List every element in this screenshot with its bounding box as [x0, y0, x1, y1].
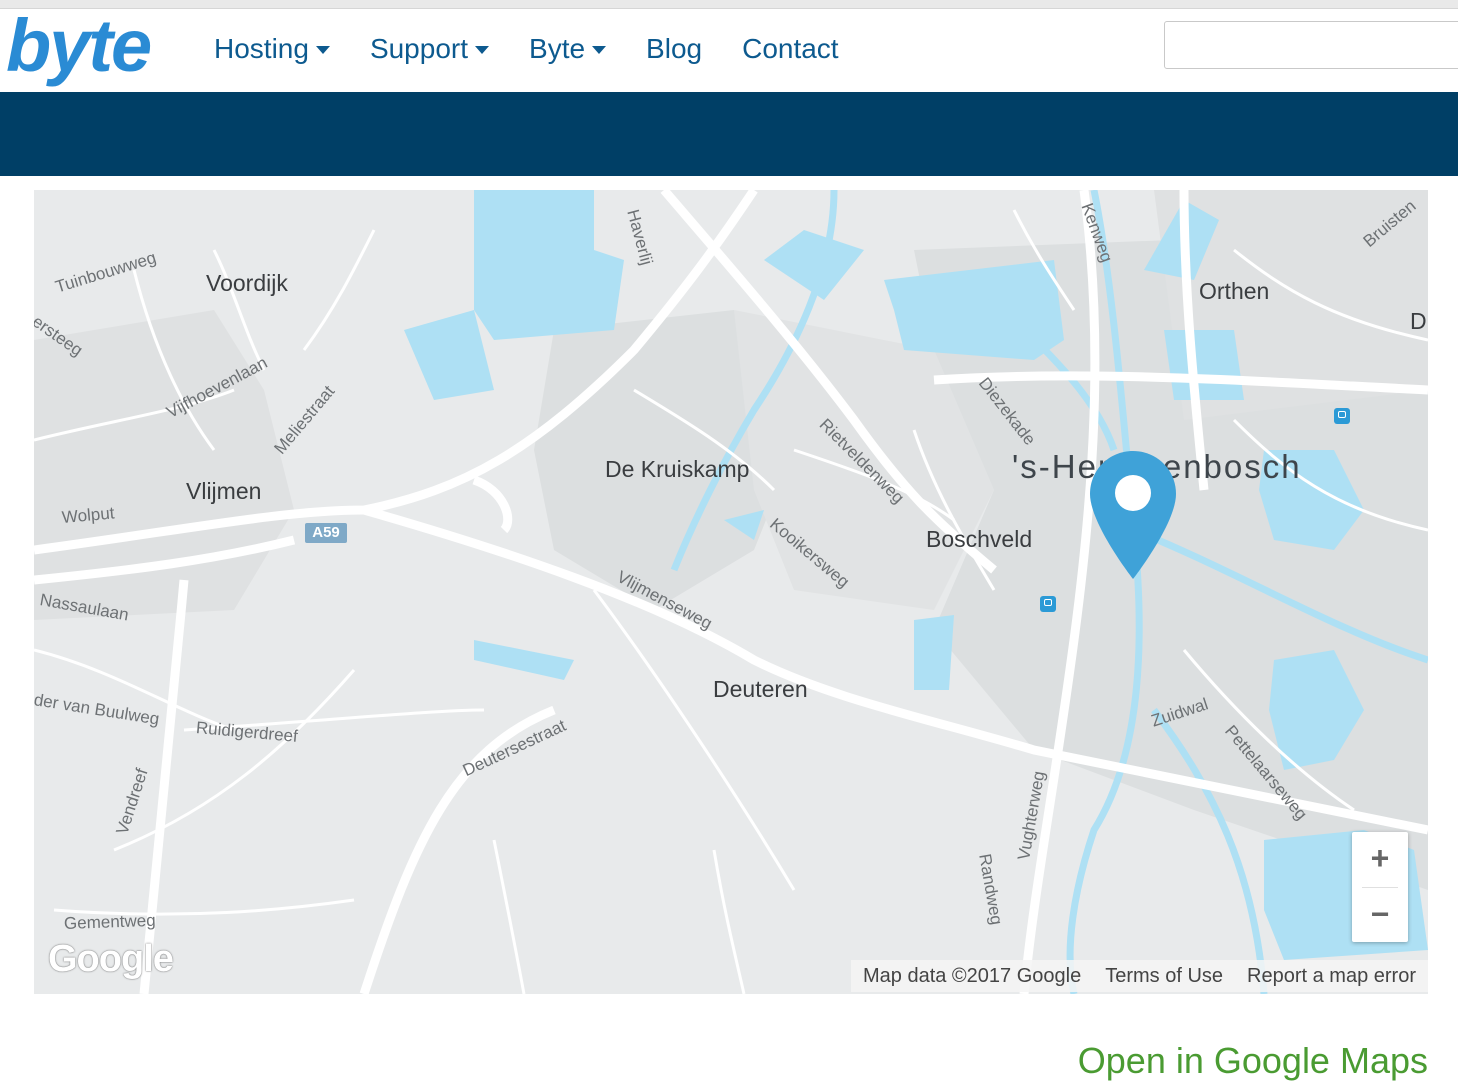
nav-byte-label: Byte [529, 33, 586, 64]
nav-byte[interactable]: Byte [529, 33, 607, 65]
nav-contact[interactable]: Contact [742, 33, 839, 65]
google-logo[interactable]: Google [48, 938, 174, 981]
nav-blog-label: Blog [646, 33, 703, 64]
map-tiles [34, 190, 1428, 994]
zoom-in-button[interactable]: + [1352, 832, 1408, 887]
open-in-google-maps-link[interactable]: Open in Google Maps [1078, 1040, 1428, 1082]
place-d-partial: D [1410, 308, 1427, 334]
main-navigation: Hosting Support Byte Blog Contact [214, 33, 879, 65]
highway-shield-a59: A59 [305, 523, 347, 543]
site-header: byte Hosting Support Byte Blog Contact [0, 4, 1458, 92]
page-banner [0, 92, 1458, 176]
place-de-kruiskamp: De Kruiskamp [605, 456, 750, 482]
place-boschveld: Boschveld [926, 526, 1033, 552]
nav-hosting[interactable]: Hosting [214, 33, 330, 65]
place-voordijk: Voordijk [206, 270, 288, 296]
map-attribution: Map data ©2017 Google Terms of Use Repor… [850, 960, 1428, 992]
zoom-control: + − [1352, 832, 1408, 942]
zoom-out-button[interactable]: − [1352, 888, 1408, 943]
map-pin-icon[interactable] [1088, 449, 1178, 581]
place-vlijmen: Vlijmen [186, 478, 262, 504]
nav-support[interactable]: Support [369, 33, 490, 65]
train-station-icon[interactable] [1334, 408, 1350, 424]
place-orthen: Orthen [1199, 278, 1270, 304]
nav-contact-label: Contact [742, 33, 839, 64]
search-input[interactable] [1164, 21, 1458, 69]
google-map[interactable]: Voordijk Vlijmen De Kruiskamp Boschveld … [34, 190, 1428, 994]
nav-hosting-label: Hosting [214, 33, 309, 64]
terms-of-use-link[interactable]: Terms of Use [1093, 965, 1235, 988]
caret-down-icon [592, 46, 607, 54]
caret-down-icon [315, 46, 330, 54]
caret-down-icon [475, 46, 490, 54]
road-gementweg: Gementweg [63, 910, 156, 933]
byte-logo[interactable]: byte [6, 3, 152, 88]
nav-blog[interactable]: Blog [646, 33, 702, 65]
map-data-label: Map data ©2017 Google [862, 964, 1082, 987]
browser-top-edge [0, 0, 1458, 9]
report-map-error-link[interactable]: Report a map error [1235, 965, 1428, 988]
nav-support-label: Support [369, 33, 469, 64]
train-station-icon[interactable] [1040, 596, 1056, 612]
place-deuteren: Deuteren [713, 676, 808, 702]
